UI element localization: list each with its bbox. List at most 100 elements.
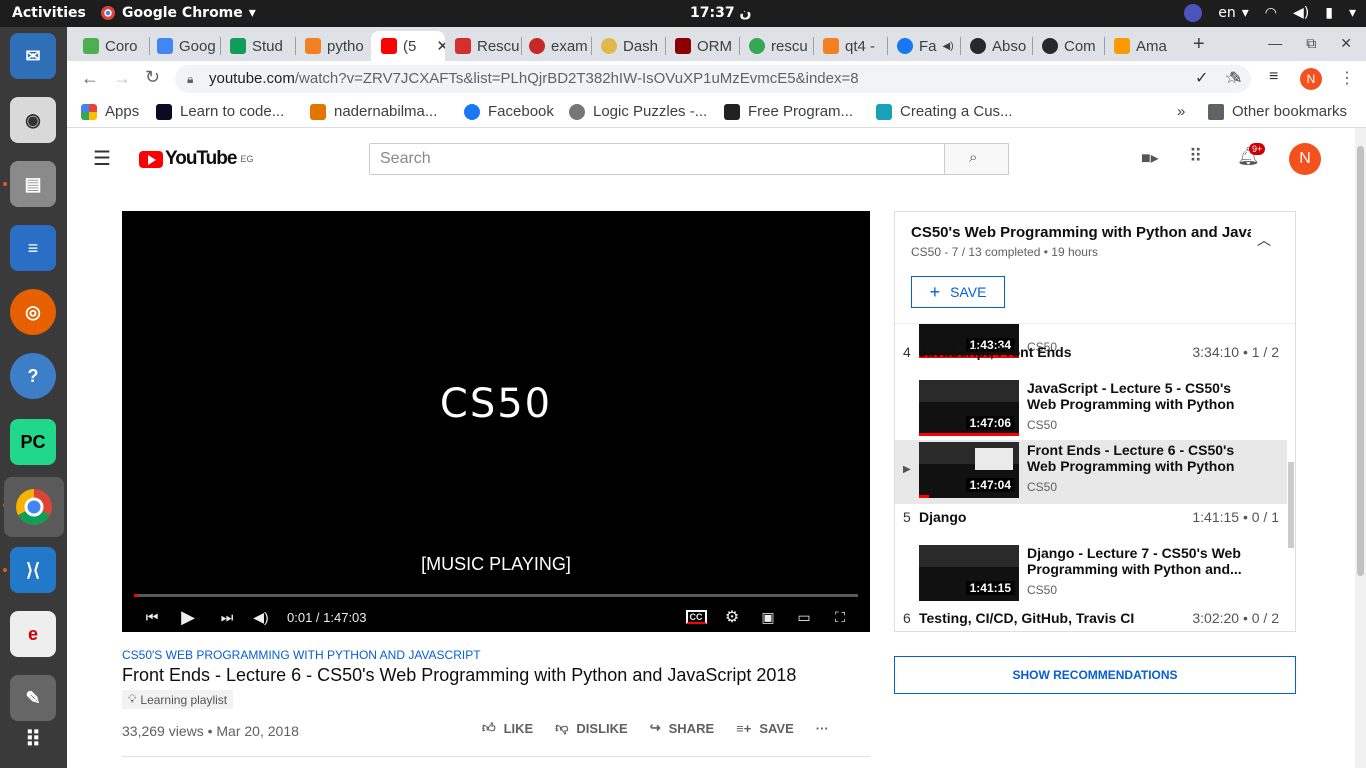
- bookmark-item[interactable]: Logic Puzzles -...: [569, 103, 707, 120]
- close-window-icon[interactable]: ✕: [1340, 35, 1352, 52]
- theater-mode-icon[interactable]: ▭: [794, 603, 814, 631]
- show-recommendations-button[interactable]: SHOW RECOMMENDATIONS: [894, 656, 1296, 694]
- next-icon[interactable]: ⏭︎: [217, 603, 237, 631]
- maximize-icon[interactable]: ⧉: [1306, 35, 1316, 52]
- bookmark-item[interactable]: Facebook: [464, 103, 554, 120]
- tab[interactable]: Ama: [1104, 31, 1174, 61]
- new-tab-button[interactable]: +: [1193, 33, 1205, 56]
- more-actions-icon[interactable]: ···: [816, 720, 829, 736]
- tab-label: pytho: [327, 37, 364, 55]
- media-control-icon[interactable]: ≡: [1269, 68, 1278, 86]
- back-icon[interactable]: ←: [81, 68, 99, 89]
- rhythmbox-icon[interactable]: ◉: [10, 97, 56, 143]
- volume-icon[interactable]: ◀): [251, 603, 271, 631]
- activities-button[interactable]: Activities: [12, 5, 86, 21]
- settings-icon[interactable]: ⚙: [722, 603, 742, 631]
- firefox-icon[interactable]: ◎: [10, 289, 56, 335]
- playlist-scrollbar[interactable]: [1288, 462, 1294, 548]
- menu-icon[interactable]: ⋮: [1339, 68, 1355, 88]
- playlist-video[interactable]: 1:47:06 JavaScript - Lecture 5 - CS50's …: [895, 378, 1287, 442]
- previous-icon[interactable]: ⏮︎: [142, 603, 162, 631]
- playlist-link[interactable]: CS50'S WEB PROGRAMMING WITH PYTHON AND J…: [122, 648, 870, 662]
- other-bookmarks[interactable]: Other bookmarks: [1208, 103, 1347, 120]
- video-player[interactable]: CS50 [MUSIC PLAYING] ⏮︎ ▶ ⏭︎ ◀) 0:01 / 1…: [122, 211, 870, 632]
- thunderbird-icon[interactable]: ✉: [10, 33, 56, 79]
- playlist-title[interactable]: CS50's Web Programming with Python and J…: [911, 224, 1251, 241]
- collapse-chevron-icon[interactable]: ︿: [1257, 230, 1271, 250]
- tab[interactable]: pytho: [295, 31, 369, 61]
- view-count: 33,269 views • Mar 20, 2018: [122, 723, 299, 739]
- battery-icon: ▮: [1325, 5, 1333, 21]
- scrollbar-thumb[interactable]: [1357, 146, 1364, 576]
- writer-icon[interactable]: ≡: [10, 225, 56, 271]
- tab-label: Com: [1064, 37, 1096, 55]
- window-controls: — ⧉ ✕: [1268, 35, 1352, 52]
- search-input[interactable]: Search: [369, 143, 945, 175]
- progress-bar[interactable]: [134, 594, 858, 597]
- page-scrollbar[interactable]: [1355, 128, 1366, 768]
- tab[interactable]: rescu: [739, 31, 813, 61]
- miniplayer-icon[interactable]: ▣: [758, 603, 778, 631]
- tab[interactable]: Abso: [960, 31, 1032, 61]
- files-icon[interactable]: ▤: [10, 161, 56, 207]
- tab-active[interactable]: (5 ✕: [371, 31, 445, 61]
- playlist-video[interactable]: 1:41:15 Django - Lecture 7 - CS50's Web …: [895, 543, 1287, 607]
- bookmark-label: Logic Puzzles -...: [593, 103, 708, 120]
- tab[interactable]: exam: [519, 31, 591, 61]
- notes-icon[interactable]: ✎: [10, 675, 56, 721]
- hamburger-menu-icon[interactable]: ☰: [93, 146, 111, 171]
- help-icon[interactable]: ?: [10, 353, 56, 399]
- tab[interactable]: Com: [1032, 31, 1104, 61]
- forward-icon[interactable]: →: [113, 68, 131, 89]
- youtube-logo[interactable]: YouTube EG: [139, 148, 253, 170]
- extension-check-icon[interactable]: ✓: [1195, 68, 1208, 88]
- like-button[interactable]: 👍︎ LIKE: [482, 720, 533, 736]
- close-icon[interactable]: ✕: [436, 37, 445, 55]
- apps-grid-icon: [81, 103, 97, 120]
- app-menu[interactable]: Google Chrome ▾: [100, 5, 256, 21]
- tab[interactable]: Coro: [73, 31, 149, 61]
- system-tray[interactable]: en ▾ ◠ ◀) ▮ ▾: [1184, 4, 1356, 22]
- tab[interactable]: Rescu: [445, 31, 521, 61]
- reload-icon[interactable]: ↻: [145, 67, 160, 88]
- language-indicator[interactable]: en: [1218, 5, 1236, 21]
- bookmark-item[interactable]: Creating a Cus...: [876, 103, 1013, 120]
- tab[interactable]: Fa ◀): [887, 31, 959, 61]
- pycharm-icon[interactable]: PC: [10, 419, 56, 465]
- vscode-icon[interactable]: ⟩⟨: [10, 547, 56, 593]
- dislike-button[interactable]: 👎︎ DISLIKE: [555, 720, 628, 736]
- playlist-save-button[interactable]: + SAVE: [911, 276, 1005, 308]
- clock[interactable]: 17:37 ن: [690, 5, 751, 21]
- bookmark-item[interactable]: Apps: [81, 103, 139, 120]
- avatar[interactable]: N: [1289, 143, 1321, 175]
- tab[interactable]: ORM: [665, 31, 739, 61]
- tab[interactable]: Dash: [591, 31, 665, 61]
- more-bookmarks-icon[interactable]: »: [1177, 103, 1185, 120]
- tab[interactable]: Stud: [220, 31, 294, 61]
- section-header[interactable]: 5 Django 1:41:15 • 0 / 1: [895, 507, 1287, 531]
- play-icon[interactable]: ▶: [178, 603, 198, 631]
- fullscreen-icon[interactable]: ⛶: [830, 603, 850, 631]
- chrome-dock-icon[interactable]: [4, 477, 64, 537]
- bookmark-item[interactable]: Free Program...: [724, 103, 853, 120]
- bookmark-item[interactable]: nadernabilma...: [310, 103, 437, 120]
- create-video-icon[interactable]: ■▸: [1141, 148, 1159, 168]
- editor-icon[interactable]: e: [10, 611, 56, 657]
- search-button[interactable]: ⌕: [944, 143, 1009, 175]
- address-bar[interactable]: 🔒︎ youtube.com/watch?v=ZRV7JCXAFTs&list=…: [175, 65, 1251, 93]
- minimize-icon[interactable]: —: [1268, 35, 1282, 52]
- extension-pen-icon[interactable]: ✎: [1229, 68, 1242, 88]
- amazon-favicon-icon: [1114, 38, 1130, 54]
- show-apps-icon[interactable]: ⠿: [10, 717, 56, 763]
- share-button[interactable]: ↪ SHARE: [650, 720, 714, 736]
- section-header[interactable]: 4 JavaScript, Front Ends 3:34:10 • 1 / 2: [895, 342, 1287, 366]
- profile-avatar[interactable]: N: [1300, 68, 1322, 90]
- section-header[interactable]: 6 Testing, CI/CD, GitHub, Travis CI 3:02:2…: [895, 608, 1287, 631]
- save-button[interactable]: ≡+ SAVE: [736, 720, 794, 736]
- tab[interactable]: Goog: [147, 31, 219, 61]
- playlist-video-current[interactable]: ▶ 1:47:04 Front Ends - Lecture 6 - CS50'…: [895, 440, 1287, 504]
- captions-icon[interactable]: CC: [685, 603, 707, 631]
- tab[interactable]: qt4 -: [813, 31, 887, 61]
- bookmark-item[interactable]: Learn to code...: [156, 103, 284, 120]
- apps-grid-icon[interactable]: ⠿: [1189, 146, 1202, 167]
